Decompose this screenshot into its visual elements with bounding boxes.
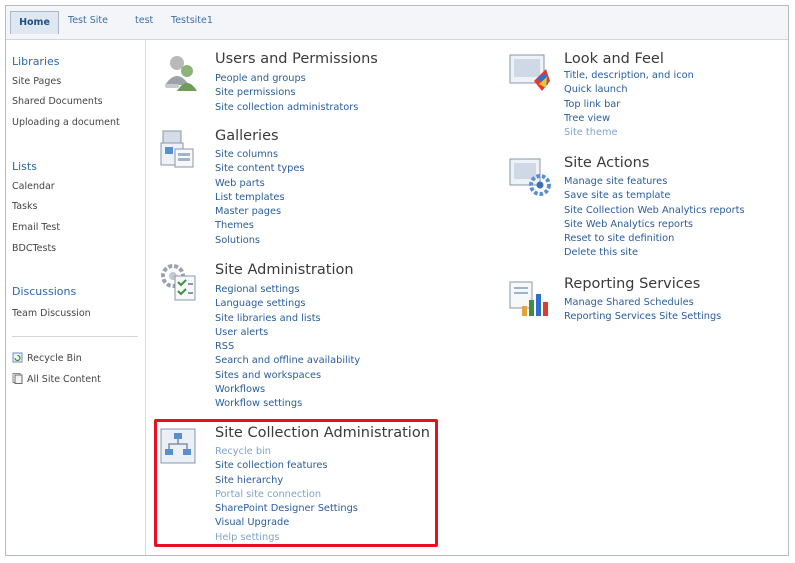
all-site-content-label: All Site Content (27, 374, 101, 385)
link-search-offline[interactable]: Search and offline availability (215, 354, 360, 368)
link-site-collection-web-analytics[interactable]: Site Collection Web Analytics reports (564, 204, 745, 218)
look-feel-icon (509, 54, 550, 91)
link-themes[interactable]: Themes (215, 219, 305, 233)
link-rss[interactable]: RSS (215, 340, 360, 354)
site-admin-icon (161, 264, 196, 301)
users-icon (165, 56, 197, 91)
link-site-permissions[interactable]: Site permissions (215, 86, 358, 100)
ql-all-site-content[interactable]: All Site Content (12, 373, 101, 385)
link-people-groups[interactable]: People and groups (215, 72, 358, 86)
ql-heading-discussions[interactable]: Discussions (12, 285, 76, 298)
ql-item-site-pages[interactable]: Site Pages (12, 76, 61, 87)
link-language-settings[interactable]: Language settings (215, 297, 360, 311)
ql-item-calendar[interactable]: Calendar (12, 181, 55, 192)
site-actions-title: Site Actions (564, 155, 650, 171)
link-solutions[interactable]: Solutions (215, 234, 305, 248)
tab-test[interactable]: test (135, 15, 153, 26)
reporting-icon (509, 281, 548, 316)
recycle-bin-icon (12, 352, 23, 363)
link-top-link-bar[interactable]: Top link bar (564, 98, 694, 112)
link-quick-launch[interactable]: Quick launch (564, 83, 694, 97)
recycle-bin-label: Recycle Bin (27, 353, 82, 364)
tab-test-site[interactable]: Test Site (68, 15, 108, 26)
link-sites-workspaces[interactable]: Sites and workspaces (215, 369, 360, 383)
site-administration-title: Site Administration (215, 262, 354, 278)
link-title-description-icon[interactable]: Title, description, and icon (564, 69, 694, 83)
link-web-parts[interactable]: Web parts (215, 177, 305, 191)
reporting-services-title: Reporting Services (564, 276, 701, 292)
link-regional-settings[interactable]: Regional settings (215, 283, 360, 297)
galleries-title: Galleries (215, 128, 279, 144)
link-delete-site[interactable]: Delete this site (564, 246, 745, 260)
link-workflow-settings[interactable]: Workflow settings (215, 397, 360, 411)
quick-launch: Libraries Site Pages Shared Documents Up… (6, 40, 146, 555)
link-reporting-services-site-settings[interactable]: Reporting Services Site Settings (564, 310, 721, 324)
link-manage-shared-schedules[interactable]: Manage Shared Schedules (564, 296, 721, 310)
ql-item-tasks[interactable]: Tasks (12, 201, 37, 212)
all-site-content-icon (12, 373, 23, 384)
link-tree-view[interactable]: Tree view (564, 112, 694, 126)
galleries-icon (160, 130, 194, 168)
ql-item-bdctests[interactable]: BDCTests (12, 243, 56, 254)
ql-divider (12, 336, 138, 337)
link-user-alerts[interactable]: User alerts (215, 326, 360, 340)
link-site-content-types[interactable]: Site content types (215, 162, 305, 176)
ql-heading-libraries[interactable]: Libraries (12, 55, 60, 68)
tab-home[interactable]: Home (10, 11, 59, 34)
users-permissions-title: Users and Permissions (215, 51, 378, 67)
top-link-bar: Home Test Site test Testsite1 (6, 6, 788, 40)
link-master-pages[interactable]: Master pages (215, 205, 305, 219)
highlight-box (154, 419, 438, 547)
link-save-site-as-template[interactable]: Save site as template (564, 189, 745, 203)
ql-heading-lists[interactable]: Lists (12, 160, 37, 173)
link-manage-site-features[interactable]: Manage site features (564, 175, 745, 189)
tab-testsite1[interactable]: Testsite1 (171, 15, 213, 26)
link-site-theme[interactable]: Site theme (564, 126, 694, 140)
ql-item-uploading-document[interactable]: Uploading a document (12, 117, 120, 128)
site-actions-icon (509, 158, 551, 196)
link-site-collection-administrators[interactable]: Site collection administrators (215, 101, 358, 115)
link-workflows[interactable]: Workflows (215, 383, 360, 397)
link-site-columns[interactable]: Site columns (215, 148, 305, 162)
link-site-libraries-lists[interactable]: Site libraries and lists (215, 312, 360, 326)
ql-item-shared-documents[interactable]: Shared Documents (12, 96, 103, 107)
look-feel-title: Look and Feel (564, 51, 664, 67)
link-list-templates[interactable]: List templates (215, 191, 305, 205)
link-site-web-analytics[interactable]: Site Web Analytics reports (564, 218, 745, 232)
ql-recycle-bin[interactable]: Recycle Bin (12, 352, 82, 364)
ql-item-team-discussion[interactable]: Team Discussion (12, 308, 91, 319)
link-reset-site-definition[interactable]: Reset to site definition (564, 232, 745, 246)
ql-item-email-test[interactable]: Email Test (12, 222, 60, 233)
